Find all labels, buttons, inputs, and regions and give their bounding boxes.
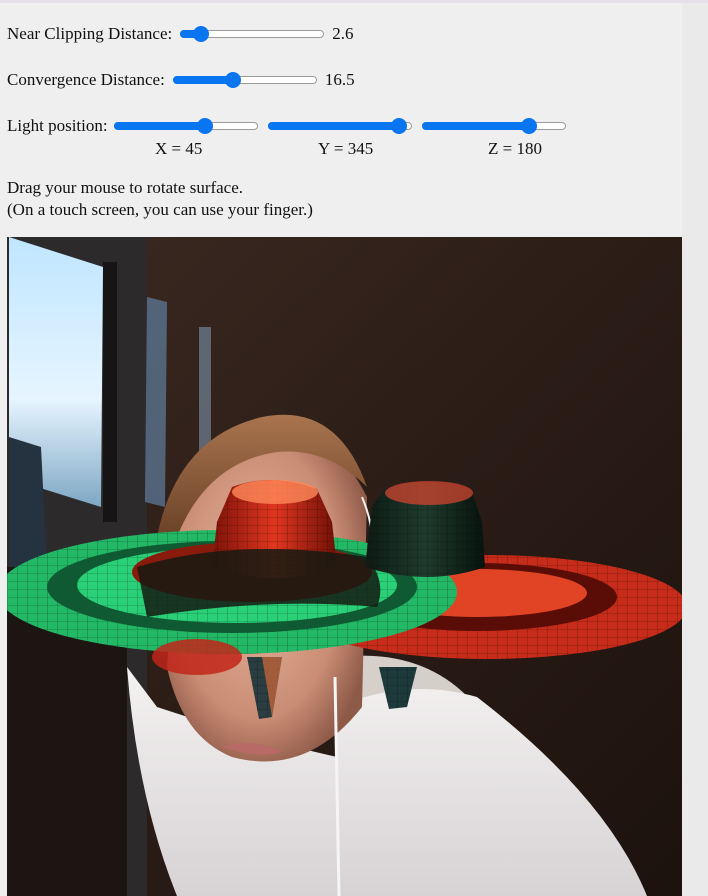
top-divider — [0, 0, 708, 3]
convergence-slider[interactable] — [172, 72, 317, 88]
instruction-line-2: (On a touch screen, you can use your fin… — [7, 200, 313, 219]
light-z-readout: Z = 180 — [488, 139, 542, 158]
glasses-red-lens — [152, 639, 242, 675]
light-position-row: Light position: — [7, 116, 566, 136]
near-clipping-value: 2.6 — [332, 24, 354, 43]
near-clipping-label: Near Clipping Distance: — [7, 24, 173, 43]
light-y-readout: Y = 345 — [318, 139, 374, 158]
convergence-value: 16.5 — [324, 70, 355, 89]
window-mullion — [103, 262, 117, 522]
light-x-slider[interactable] — [113, 118, 258, 134]
building-silhouette — [9, 437, 47, 567]
convergence-label: Convergence Distance: — [7, 70, 165, 89]
webcam-canvas[interactable] — [7, 237, 682, 896]
side-window — [145, 297, 167, 507]
convergence-row: Convergence Distance: 16.5 — [7, 70, 355, 90]
instruction-line-1: Drag your mouse to rotate surface. — [7, 178, 244, 197]
slider-thumb[interactable] — [196, 118, 213, 134]
light-z-slider[interactable] — [421, 118, 566, 134]
slider-thumb[interactable] — [390, 118, 407, 134]
slider-thumb[interactable] — [224, 72, 241, 88]
light-x-readout: X = 45 — [155, 139, 203, 158]
light-position-label: Light position: — [7, 116, 108, 135]
surface-red-cap-top — [232, 480, 318, 504]
light-y-slider[interactable] — [267, 118, 412, 134]
slider-thumb[interactable] — [193, 26, 210, 42]
surface-dark-cap-top — [385, 481, 473, 505]
page-gutter — [682, 3, 708, 896]
near-clipping-slider[interactable] — [180, 26, 325, 42]
near-clipping-row: Near Clipping Distance: 2.6 — [7, 24, 354, 44]
slider-thumb[interactable] — [520, 118, 537, 134]
scene-svg[interactable] — [7, 237, 682, 896]
